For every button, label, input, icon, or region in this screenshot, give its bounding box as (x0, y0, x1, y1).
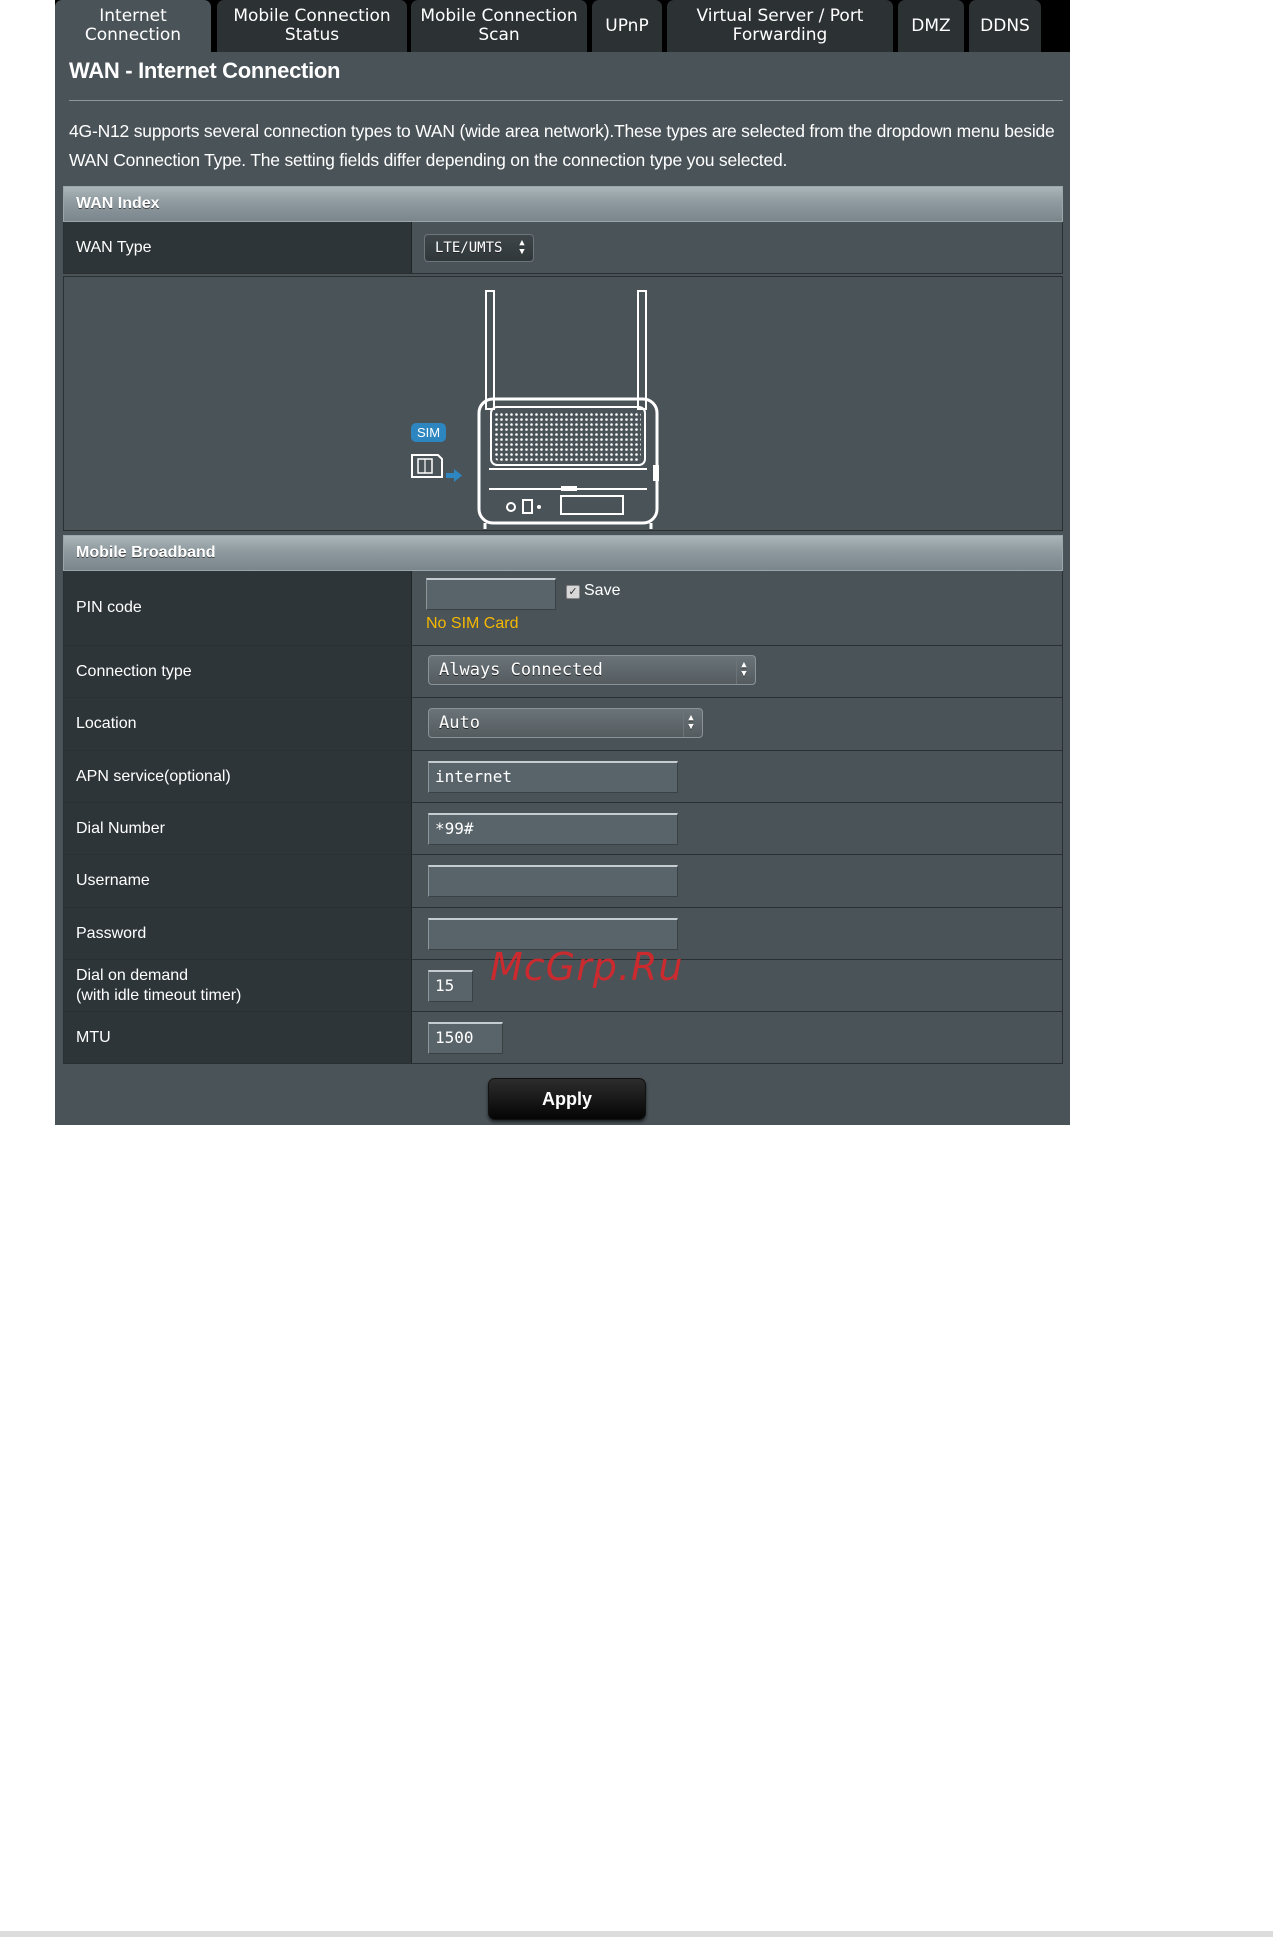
save-checkbox[interactable]: ✓ (566, 585, 580, 599)
username-label: Username (64, 855, 412, 907)
dial-on-demand-label-line2: (with idle timeout timer) (76, 986, 242, 1004)
dial-on-demand-label: Dial on demand (with idle timeout timer) (64, 960, 412, 1011)
tab-ddns[interactable]: DDNS (969, 0, 1041, 52)
wan-type-select[interactable]: LTE/UMTS ▲ ▼ (424, 234, 534, 262)
select-arrows-icon: ▲ ▼ (519, 238, 525, 257)
router-illustration-area: SIM (63, 276, 1063, 531)
wan-index-header: WAN Index (63, 186, 1063, 222)
intro-text: 4G-N12 supports several connection types… (69, 121, 1055, 170)
location-select[interactable]: Auto ▲ ▼ (428, 708, 703, 738)
dial-number-label: Dial Number (64, 803, 412, 854)
username-row: Username (63, 855, 1063, 908)
location-value-cell: Auto ▲ ▼ (412, 698, 1062, 750)
sim-card-icon (411, 454, 443, 478)
antenna-left-icon (485, 290, 495, 410)
pin-code-label: PIN code (64, 571, 412, 645)
sim-badge: SIM (411, 423, 446, 442)
dial-number-row: Dial Number *99# (63, 803, 1063, 855)
dial-on-demand-label-line1: Dial on demand (76, 966, 189, 984)
connection-type-select[interactable]: Always Connected ▲ ▼ (428, 655, 756, 685)
location-select-value: Auto (439, 713, 480, 733)
connection-type-value-cell: Always Connected ▲ ▼ (412, 646, 1062, 697)
tab-mobile-connection-status[interactable]: Mobile Connection Status (217, 0, 407, 52)
idle-timeout-input[interactable]: 15 (428, 970, 473, 1002)
sim-badge-label: SIM (417, 425, 440, 440)
apn-label: APN service(optional) (64, 751, 412, 802)
tab-bar: Internet Connection Mobile Connection St… (55, 0, 1070, 52)
mtu-input[interactable]: 1500 (428, 1022, 503, 1054)
pin-code-value-cell: ✓ Save No SIM Card (412, 571, 1062, 645)
insert-arrow-icon (446, 469, 462, 482)
router-icon (477, 397, 659, 529)
mtu-row: MTU 1500 (63, 1012, 1063, 1064)
password-label: Password (64, 908, 412, 959)
connection-type-select-value: Always Connected (439, 660, 603, 680)
page-bottom-bar (0, 1931, 1273, 1937)
connection-type-label: Connection type (64, 646, 412, 697)
tab-dmz[interactable]: DMZ (898, 0, 964, 52)
dial-number-input[interactable]: *99# (428, 813, 678, 845)
select-arrows-icon: ▲ ▼ (683, 709, 698, 737)
pin-code-input[interactable] (426, 578, 556, 610)
username-input[interactable] (428, 865, 678, 897)
apn-value-cell: internet (412, 751, 1062, 802)
tab-upnp[interactable]: UPnP (592, 0, 662, 52)
tab-mobile-connection-scan[interactable]: Mobile Connection Scan (411, 0, 587, 52)
wan-type-select-value: LTE/UMTS (435, 240, 503, 256)
select-arrows-icon: ▲ ▼ (736, 656, 751, 684)
watermark-text: McGrp.Ru (490, 945, 684, 989)
mtu-value-cell: 1500 (412, 1012, 1062, 1063)
sim-status-text: No SIM Card (426, 615, 519, 632)
apn-row: APN service(optional) internet (63, 751, 1063, 803)
router-illustration: SIM (411, 290, 659, 529)
wan-type-label: WAN Type (64, 222, 412, 273)
antenna-right-icon (637, 290, 647, 410)
connection-type-row: Connection type Always Connected ▲ ▼ (63, 646, 1063, 698)
pin-code-row: PIN code ✓ Save No SIM Card (63, 571, 1063, 646)
location-label: Location (64, 698, 412, 750)
username-value-cell (412, 855, 1062, 907)
tab-internet-connection[interactable]: Internet Connection (55, 0, 211, 52)
apply-button[interactable]: Apply (488, 1078, 646, 1120)
mobile-broadband-header: Mobile Broadband (63, 535, 1063, 571)
mtu-label: MTU (64, 1012, 412, 1063)
page-title: WAN - Internet Connection (69, 58, 341, 83)
location-row: Location Auto ▲ ▼ (63, 698, 1063, 751)
dial-number-value-cell: *99# (412, 803, 1062, 854)
save-label: Save (584, 582, 621, 599)
apn-input[interactable]: internet (428, 761, 678, 793)
tab-virtual-server[interactable]: Virtual Server / Port Forwarding (667, 0, 893, 52)
wan-type-value-cell: LTE/UMTS ▲ ▼ (412, 222, 1062, 273)
wan-type-row: WAN Type LTE/UMTS ▲ ▼ (63, 222, 1063, 274)
title-divider (69, 100, 1063, 101)
